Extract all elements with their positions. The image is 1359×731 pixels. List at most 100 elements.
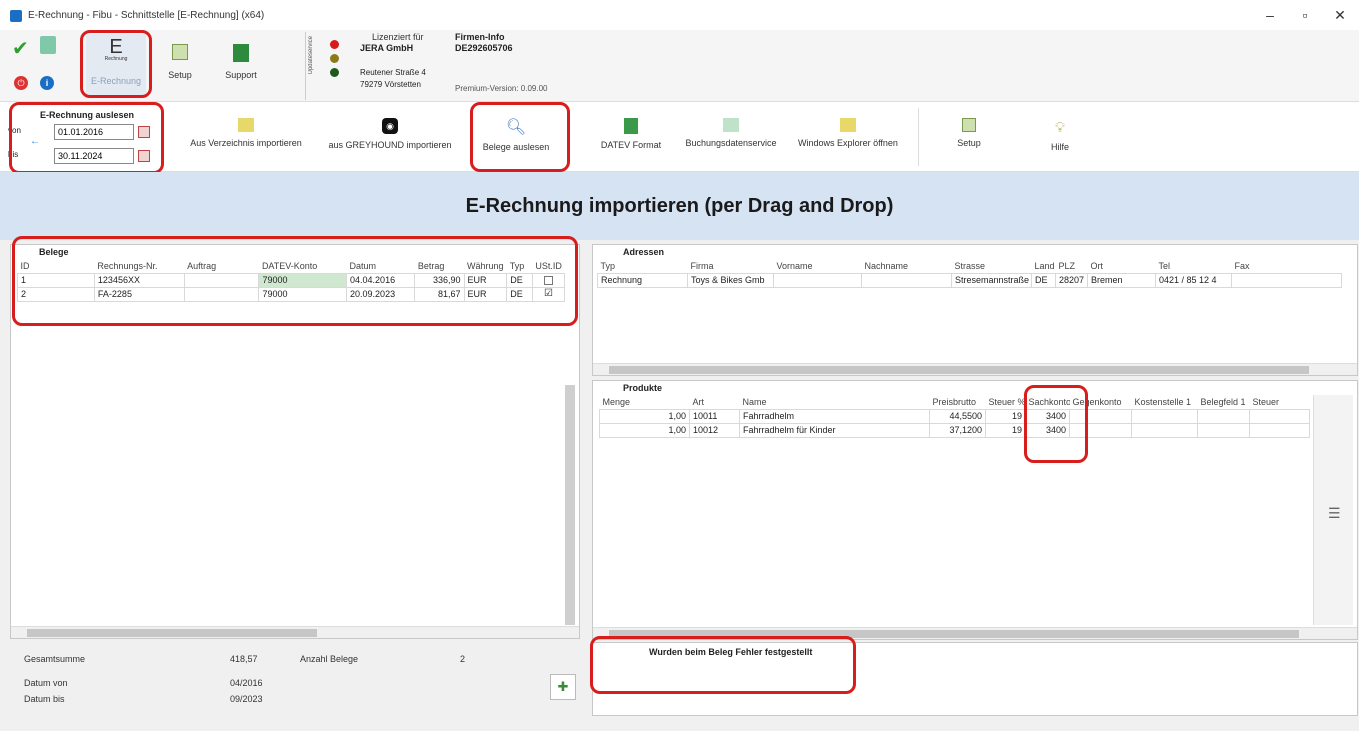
company-street: Reutener Straße 4 — [360, 68, 426, 77]
hilfe-label: Hilfe — [1050, 142, 1069, 152]
cell-firma[interactable]: Toys & Bikes Gmb — [687, 272, 774, 288]
hilfe-button[interactable]: 💡︎ Hilfe — [1040, 118, 1080, 153]
col-nachname[interactable]: Nachname — [862, 259, 952, 273]
buchungsdatenservice-button[interactable]: Buchungsdatenservice — [676, 118, 786, 148]
aus-greyhound-button[interactable]: ◉ aus GREYHOUND importieren — [320, 118, 460, 150]
ribbon: ✔ ⏻ i E Rechnung E-Rechnung Setup Suppor… — [0, 30, 1359, 102]
cell-fax[interactable] — [1231, 272, 1342, 288]
datev-format-button[interactable]: DATEV Format — [596, 118, 666, 150]
cell-vorname[interactable] — [773, 272, 862, 288]
cell-menge[interactable]: 1,00 — [599, 408, 690, 424]
datev-format-label: DATEV Format — [600, 140, 662, 150]
cell-steuer-extra[interactable] — [1249, 422, 1310, 438]
col-steuer-prozent[interactable]: Steuer % — [986, 395, 1026, 409]
setup-icon — [172, 44, 188, 60]
column-chooser-icon[interactable]: ☰ — [1328, 505, 1341, 522]
col-fax[interactable]: Fax — [1232, 259, 1342, 273]
produkte-side-area: ☰ — [1313, 395, 1353, 625]
col-land[interactable]: Land — [1032, 259, 1056, 273]
setup-label: Setup — [957, 138, 981, 148]
cell-land[interactable]: DE — [1031, 272, 1056, 288]
title-bar: E-Rechnung - Fibu - Schnittstelle [E-Rec… — [0, 0, 1359, 30]
setup-button[interactable]: Setup — [944, 118, 994, 148]
export-icon[interactable] — [40, 36, 56, 54]
setup-toolbar-icon — [962, 118, 976, 132]
lizenziert-label: Lizenziert für — [372, 32, 424, 42]
buchungsdatenservice-label: Buchungsdatenservice — [685, 138, 777, 148]
greyhound-icon: ◉ — [382, 118, 398, 134]
col-plz[interactable]: PLZ — [1056, 259, 1088, 273]
belege-vscroll[interactable] — [565, 385, 575, 625]
table-row[interactable]: 1,00 10012 Fahrradhelm für Kinder 37,120… — [599, 422, 1310, 438]
cloud-icon — [723, 118, 739, 132]
close-button[interactable]: ✕ — [1325, 4, 1355, 26]
table-row[interactable]: Rechnung Toys & Bikes Gmb Stresemannstra… — [597, 272, 1342, 288]
col-strasse[interactable]: Strasse — [952, 259, 1032, 273]
cell-kostenstelle[interactable] — [1131, 408, 1198, 424]
cell-art[interactable]: 10011 — [689, 408, 740, 424]
cell-preis[interactable]: 44,5500 — [929, 408, 986, 424]
adressen-title: Adressen — [623, 247, 665, 257]
adressen-hscroll[interactable] — [593, 363, 1357, 375]
table-row[interactable]: 1,00 10011 Fahrradhelm 44,5500 19 3400 — [599, 408, 1310, 424]
cell-tel[interactable]: 0421 / 85 12 4 — [1155, 272, 1232, 288]
col-menge[interactable]: Menge — [600, 395, 690, 409]
datum-von-value: 04/2016 — [230, 678, 263, 688]
cell-kostenstelle[interactable] — [1131, 422, 1198, 438]
belege-hscroll-thumb[interactable] — [27, 629, 317, 637]
gesamtsumme-label: Gesamtsumme — [24, 654, 86, 664]
col-art[interactable]: Art — [690, 395, 740, 409]
cell-typ[interactable]: Rechnung — [597, 272, 688, 288]
cell-art[interactable]: 10012 — [689, 422, 740, 438]
vat-id: DE292605706 — [455, 43, 513, 53]
status-lamp-red — [330, 40, 339, 49]
col-firma[interactable]: Firma — [688, 259, 774, 273]
maximize-button[interactable]: ▫ — [1290, 4, 1320, 26]
cell-steuer[interactable]: 19 — [985, 408, 1026, 424]
cell-nachname[interactable] — [861, 272, 952, 288]
col-tel[interactable]: Tel — [1156, 259, 1232, 273]
info-icon[interactable]: i — [40, 76, 54, 90]
col-preisbrutto[interactable]: Preisbrutto — [930, 395, 986, 409]
col-name[interactable]: Name — [740, 395, 930, 409]
cell-steuer[interactable]: 19 — [985, 422, 1026, 438]
cell-name[interactable]: Fahrradhelm für Kinder — [739, 422, 930, 438]
col-vorname[interactable]: Vorname — [774, 259, 862, 273]
adressen-hscroll-thumb[interactable] — [609, 366, 1309, 374]
cell-menge[interactable]: 1,00 — [599, 422, 690, 438]
anzahl-value: 2 — [460, 654, 466, 664]
aus-verzeichnis-button[interactable]: Aus Verzeichnis importieren — [186, 118, 306, 148]
summary-area: Gesamtsumme 418,57 Anzahl Belege 2 Datum… — [10, 644, 580, 716]
adressen-table: Typ Firma Vorname Nachname Strasse Land … — [597, 259, 1342, 288]
cell-belegfeld[interactable] — [1197, 422, 1250, 438]
col-steuer[interactable]: Steuer — [1250, 395, 1310, 409]
cell-ort[interactable]: Bremen — [1087, 272, 1156, 288]
belege-hscroll[interactable] — [11, 626, 579, 638]
adressen-panel: Adressen Typ Firma Vorname Nachname Stra… — [592, 244, 1358, 376]
cell-steuer-extra[interactable] — [1249, 408, 1310, 424]
cell-preis[interactable]: 37,1200 — [929, 422, 986, 438]
divider — [305, 32, 306, 100]
col-belegfeld[interactable]: Belegfeld 1 — [1198, 395, 1250, 409]
datum-von-label: Datum von — [24, 678, 68, 688]
drop-banner[interactable]: E-Rechnung importieren (per Drag and Dro… — [0, 172, 1359, 240]
col-ort[interactable]: Ort — [1088, 259, 1156, 273]
checkmark-icon[interactable]: ✔ — [12, 36, 29, 61]
produkte-title: Produkte — [623, 383, 663, 393]
explorer-folder-icon — [840, 118, 856, 132]
windows-explorer-button[interactable]: Windows Explorer öffnen — [788, 118, 908, 148]
cell-belegfeld[interactable] — [1197, 408, 1250, 424]
power-icon[interactable]: ⏻ — [14, 76, 28, 90]
support-ribbon-button[interactable]: Support — [216, 44, 266, 80]
minimize-button[interactable]: – — [1255, 4, 1285, 26]
gesamtsumme-value: 418,57 — [230, 654, 258, 664]
cell-name[interactable]: Fahrradhelm — [739, 408, 930, 424]
cell-strasse[interactable]: Stresemannstraße — [951, 272, 1032, 288]
col-typ[interactable]: Typ — [598, 259, 688, 273]
windows-explorer-label: Windows Explorer öffnen — [798, 138, 898, 148]
search-add-icon[interactable]: ✚ — [550, 674, 576, 700]
col-kostenstelle[interactable]: Kostenstelle 1 — [1132, 395, 1198, 409]
cell-plz[interactable]: 28207 — [1055, 272, 1088, 288]
version-label: Premium-Version: 0.09.00 — [455, 84, 548, 93]
setup-ribbon-button[interactable]: Setup — [162, 44, 198, 80]
